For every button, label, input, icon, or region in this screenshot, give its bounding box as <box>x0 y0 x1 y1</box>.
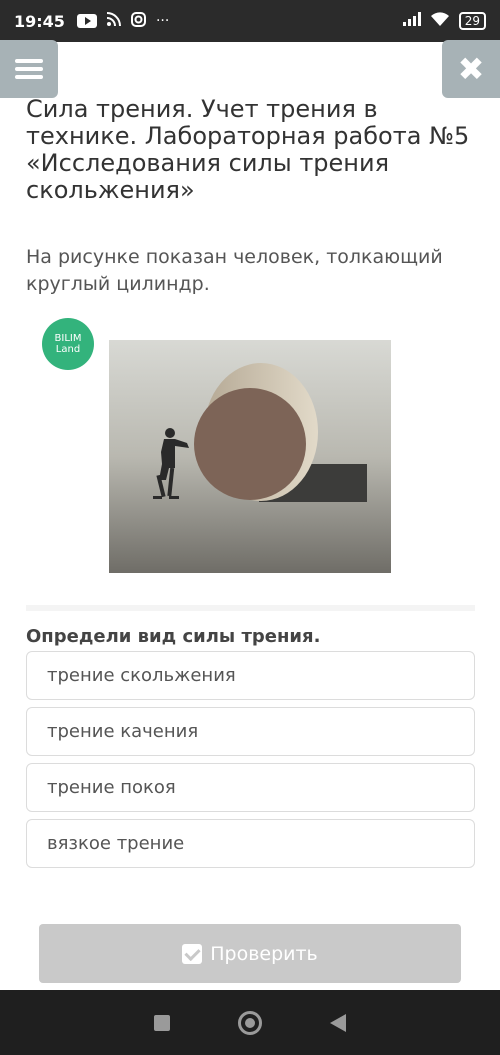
status-system-icons: 29 <box>402 12 486 30</box>
home-icon[interactable] <box>238 1010 262 1035</box>
answer-options: трение скольжения трение качения трение … <box>26 651 475 875</box>
back-icon[interactable] <box>330 1013 346 1032</box>
answer-option-label: трение покоя <box>47 777 176 798</box>
instagram-icon <box>130 11 146 31</box>
wifi-icon <box>430 12 449 30</box>
person-head <box>165 428 175 438</box>
check-button-label: Проверить <box>210 942 318 965</box>
more-notifications-icon: ··· <box>155 13 170 29</box>
menu-button[interactable] <box>0 40 58 98</box>
status-notification-icons: ··· <box>76 11 170 31</box>
system-nav-bar <box>0 990 500 1055</box>
close-icon: ✖ <box>457 50 485 88</box>
youtube-icon <box>76 14 97 28</box>
hamburger-icon <box>15 55 43 83</box>
cylinder-front-face <box>194 388 306 500</box>
rss-icon <box>106 12 121 30</box>
recents-icon[interactable] <box>154 1014 170 1031</box>
question-text: На рисунке показан человек, толкающий кр… <box>26 246 443 295</box>
page-title: Сила трения. Учет трения в технике. Лабо… <box>26 95 470 204</box>
answer-option[interactable]: вязкое трение <box>26 819 475 868</box>
logo-text: BILIM Land <box>54 333 82 355</box>
answer-option-label: трение скольжения <box>47 665 236 686</box>
answer-option-label: трение качения <box>47 721 199 742</box>
status-bar: 19:45 ··· 29 <box>0 0 500 42</box>
answer-option[interactable]: трение покоя <box>26 763 475 812</box>
answer-option-label: вязкое трение <box>47 833 185 854</box>
divider <box>26 605 475 611</box>
answer-option[interactable]: трение скольжения <box>26 651 475 700</box>
battery-icon: 29 <box>458 12 486 30</box>
close-button[interactable]: ✖ <box>442 40 500 98</box>
check-button[interactable]: Проверить <box>39 924 461 983</box>
status-time: 19:45 <box>14 11 65 31</box>
question-prompt: Определи вид силы трения. <box>26 626 321 647</box>
question-illustration <box>109 340 391 573</box>
check-icon <box>182 943 203 964</box>
bilimland-logo: BILIM Land <box>42 318 94 370</box>
signal-icon <box>402 12 421 30</box>
answer-option[interactable]: трение качения <box>26 707 475 756</box>
